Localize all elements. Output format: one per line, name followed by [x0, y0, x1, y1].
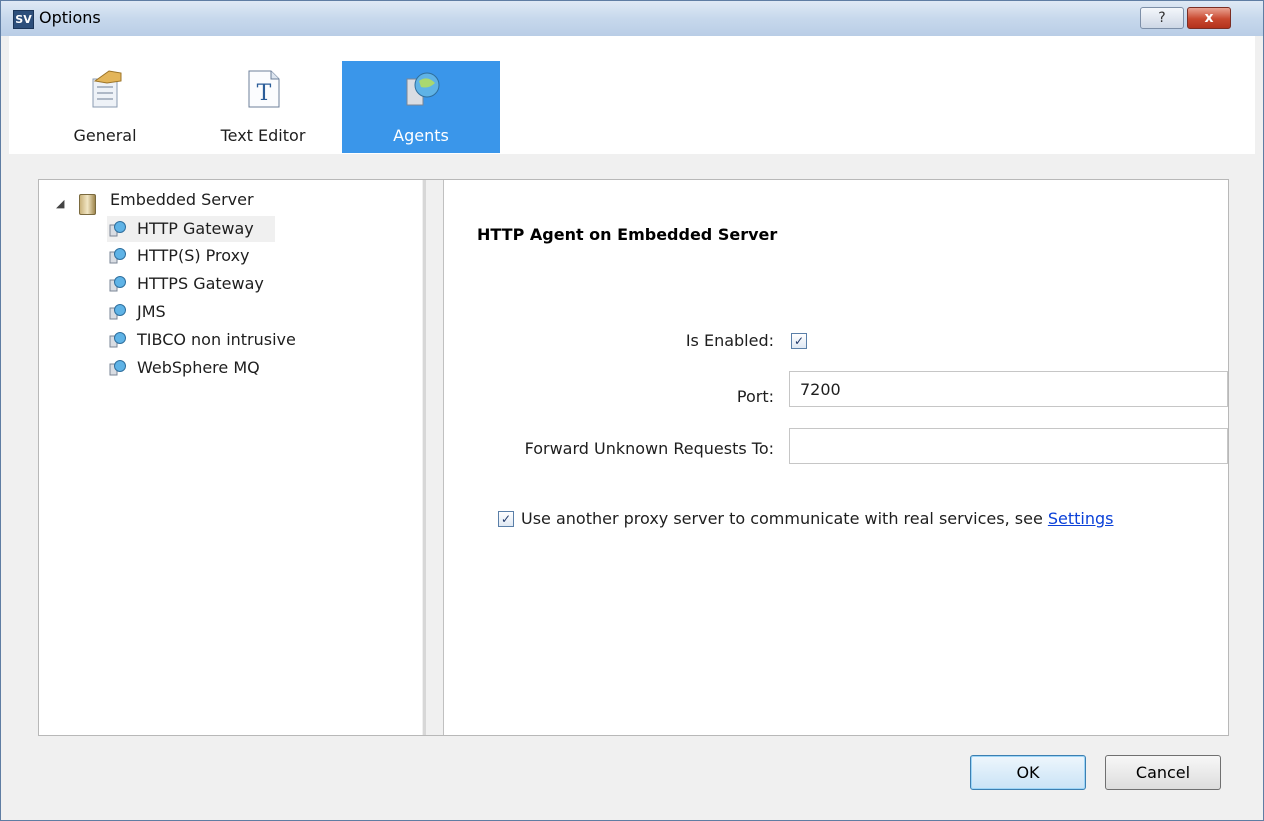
content-area: ◢ Embedded Server HTTP Gateway HTTP(S) P…: [38, 179, 1229, 736]
tab-text-editor[interactable]: T Text Editor: [184, 61, 342, 153]
help-button[interactable]: ?: [1140, 7, 1184, 29]
tree-item-embedded-server[interactable]: Embedded Server: [110, 188, 254, 212]
tree-item-label: JMS: [137, 302, 166, 321]
agent-icon: [109, 360, 126, 376]
tree-item-jms[interactable]: JMS: [107, 300, 357, 324]
options-toolbar: General T Text Editor Agents: [9, 36, 1255, 154]
use-proxy-label: Use another proxy server to communicate …: [521, 509, 1048, 528]
settings-link[interactable]: Settings: [1048, 509, 1114, 528]
panel-title: HTTP Agent on Embedded Server: [477, 225, 778, 244]
tab-agents[interactable]: Agents: [342, 61, 500, 153]
tab-general-label: General: [73, 126, 137, 145]
use-proxy-text: Use another proxy server to communicate …: [521, 509, 1114, 528]
is-enabled-label: Is Enabled:: [685, 331, 774, 350]
text-editor-icon: T: [248, 70, 280, 108]
forward-requests-input[interactable]: [789, 428, 1228, 464]
agents-tree[interactable]: ◢ Embedded Server HTTP Gateway HTTP(S) P…: [39, 180, 422, 735]
port-input[interactable]: [789, 371, 1228, 407]
panel-splitter[interactable]: [422, 180, 444, 735]
tree-item-http-gateway[interactable]: HTTP Gateway: [107, 216, 275, 242]
tab-text-editor-label: Text Editor: [220, 126, 306, 145]
server-icon: [79, 194, 96, 215]
tab-agents-label: Agents: [393, 126, 449, 145]
general-settings-icon: [92, 70, 122, 108]
tree-item-https-proxy[interactable]: HTTP(S) Proxy: [107, 244, 357, 268]
agent-settings-panel: HTTP Agent on Embedded Server Is Enabled…: [444, 180, 1228, 735]
use-proxy-checkbox[interactable]: ✓: [498, 511, 514, 527]
port-label: Port:: [736, 387, 774, 406]
agent-icon: [109, 248, 126, 264]
tree-item-label: TIBCO non intrusive: [137, 330, 296, 349]
is-enabled-checkbox[interactable]: ✓: [791, 333, 807, 349]
agent-icon: [109, 304, 126, 320]
agents-icon: [406, 72, 440, 106]
tree-item-label: HTTP Gateway: [137, 219, 254, 238]
svg-text:T: T: [257, 81, 272, 106]
expand-arrow-icon[interactable]: ◢: [56, 197, 64, 210]
title-bar[interactable]: SV Options ? x: [1, 1, 1263, 36]
options-dialog: SV Options ? x General T Text Editor Age…: [0, 0, 1264, 821]
ok-button[interactable]: OK: [970, 755, 1086, 790]
tree-item-websphere-mq[interactable]: WebSphere MQ: [107, 356, 357, 380]
close-button[interactable]: x: [1187, 7, 1231, 29]
tab-general[interactable]: General: [26, 61, 184, 153]
agent-icon: [109, 332, 126, 348]
window-title: Options: [39, 8, 101, 27]
tree-item-https-gateway[interactable]: HTTPS Gateway: [107, 272, 357, 296]
tree-item-label: WebSphere MQ: [137, 358, 260, 377]
tree-item-tibco[interactable]: TIBCO non intrusive: [107, 328, 357, 352]
app-icon: SV: [13, 10, 34, 29]
tree-item-label: HTTP(S) Proxy: [137, 246, 250, 265]
agent-icon: [109, 276, 126, 292]
forward-requests-label: Forward Unknown Requests To:: [524, 439, 774, 458]
agent-icon: [109, 221, 126, 237]
cancel-button[interactable]: Cancel: [1105, 755, 1221, 790]
tree-item-label: HTTPS Gateway: [137, 274, 264, 293]
